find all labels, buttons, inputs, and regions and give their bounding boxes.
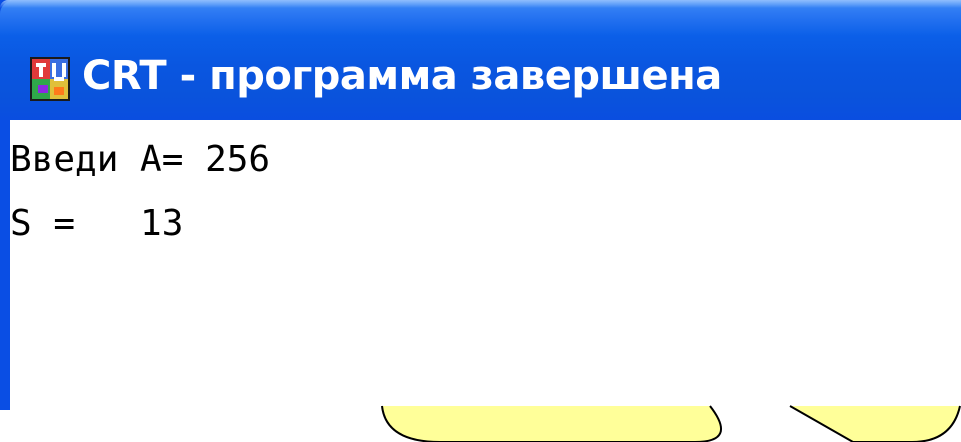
console-line-result: S = 13 xyxy=(10,203,184,244)
crt-console-window: CRT - программа завершена Введи A= 256 S… xyxy=(0,0,961,410)
console-output-area: Введи A= 256 S = 13 xyxy=(10,120,961,410)
window-title: CRT - программа завершена xyxy=(82,53,722,99)
callout-bubble-left xyxy=(381,405,722,442)
console-line-input-prompt: Введи A= 256 xyxy=(10,139,271,180)
callout-bubble-right xyxy=(789,405,961,442)
window-titlebar[interactable]: CRT - программа завершена xyxy=(0,0,961,120)
screen: CRT - программа завершена Введи A= 256 S… xyxy=(0,0,961,442)
app-icon xyxy=(30,57,70,101)
